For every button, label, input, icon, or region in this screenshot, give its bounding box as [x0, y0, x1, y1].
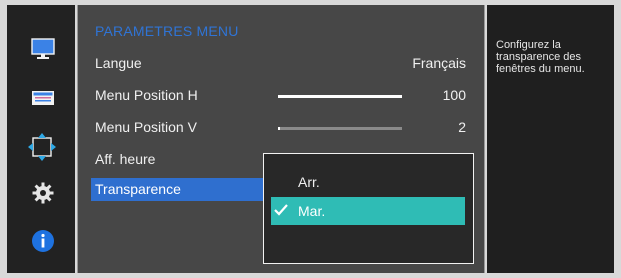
option-label: Mar.	[298, 203, 326, 219]
menu-row-position-v[interactable]: Menu Position V 2	[91, 116, 467, 139]
position-h-slider-fill	[278, 95, 402, 98]
row-label: Menu Position H	[95, 87, 198, 103]
row-value: 100	[442, 87, 466, 103]
option-arr[interactable]: Arr.	[271, 168, 465, 196]
option-mar[interactable]: Mar.	[271, 197, 465, 225]
option-label: Arr.	[298, 174, 320, 190]
row-label: Langue	[95, 55, 142, 71]
picture-icon[interactable]	[31, 37, 55, 61]
menu-title: PARAMETRES MENU	[95, 23, 239, 39]
menu-row-position-h[interactable]: Menu Position H 100	[91, 84, 467, 107]
row-value: Français	[412, 55, 466, 71]
help-text: Configurez la transparence des fenêtres …	[496, 39, 585, 75]
position-v-slider-fill	[278, 127, 280, 130]
onscreen-display-icon[interactable]	[31, 86, 55, 110]
menu-row-transparence[interactable]: Transparence	[91, 178, 272, 201]
position-v-slider[interactable]	[278, 127, 402, 130]
category-sidebar	[7, 5, 75, 273]
monitor-osd-screen: PARAMETRES MENU Langue Français Menu Pos…	[0, 0, 621, 278]
menu-row-langue[interactable]: Langue Français	[91, 52, 467, 75]
position-size-icon[interactable]	[27, 132, 57, 162]
row-label: Transparence	[95, 181, 181, 197]
transparence-options-popup: Arr. Mar.	[263, 153, 474, 264]
checkmark-icon	[274, 204, 288, 216]
settings-gear-icon[interactable]	[31, 181, 55, 205]
position-h-slider[interactable]	[278, 95, 402, 98]
row-label: Aff. heure	[95, 151, 156, 167]
info-icon[interactable]	[31, 229, 55, 253]
row-label: Menu Position V	[95, 119, 197, 135]
row-value: 2	[458, 119, 466, 135]
help-panel: Configurez la transparence des fenêtres …	[487, 5, 614, 273]
